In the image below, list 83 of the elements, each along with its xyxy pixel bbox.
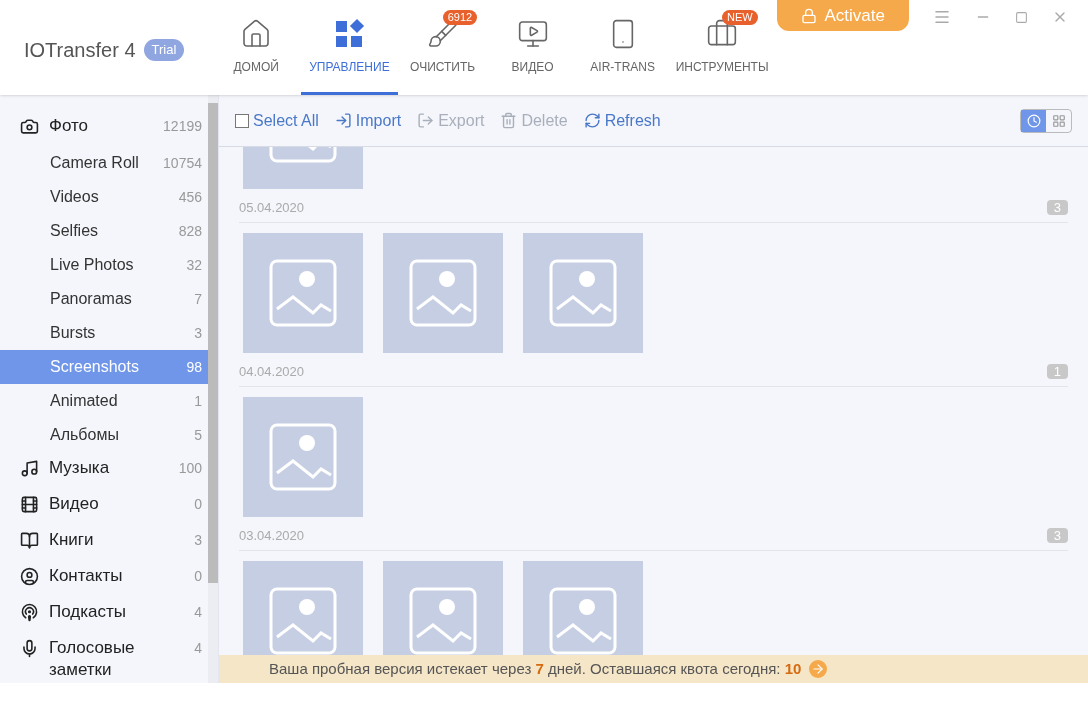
toolbar-button[interactable]: Import	[334, 108, 402, 133]
podcast-icon	[20, 603, 39, 622]
photo-thumbnail[interactable]	[523, 561, 643, 655]
toolbar-button[interactable]: Refresh	[583, 108, 661, 133]
item-count: 4	[194, 603, 202, 622]
photo-thumbnail[interactable]	[243, 147, 363, 189]
sidebar-subitem[interactable]: Animated 1	[0, 384, 208, 418]
image-placeholder-icon	[409, 259, 477, 327]
export-icon	[417, 112, 435, 129]
app-name: IOTransfer 4	[24, 38, 136, 63]
nav-tab[interactable]: 6912 ОЧИСТИТЬ	[397, 0, 488, 95]
image-placeholder-icon	[549, 587, 617, 655]
sidebar-item[interactable]: Музыка 100	[0, 452, 208, 488]
item-count: 12199	[163, 117, 202, 136]
nav-tab[interactable]: ДОМОЙ	[211, 0, 302, 95]
date-label: 03.04.2020	[239, 526, 305, 545]
nav-tab[interactable]: AIR-TRANS	[577, 0, 668, 95]
mic-icon	[20, 639, 39, 658]
import-icon	[334, 112, 352, 129]
count-badge: NEW	[722, 10, 758, 25]
sidebar-item[interactable]: Подкасты 4	[0, 596, 208, 632]
refresh-icon	[583, 112, 601, 129]
sidebar-item[interactable]: Книги 3	[0, 524, 208, 560]
item-count: 3	[194, 531, 202, 550]
item-count: 828	[178, 221, 202, 241]
delete-icon	[500, 112, 518, 129]
maximize-icon[interactable]	[1015, 10, 1028, 24]
item-count: 100	[178, 459, 202, 478]
book-icon	[20, 531, 39, 550]
image-placeholder-icon	[409, 587, 477, 655]
item-count: 7	[194, 289, 202, 309]
sidebar-subitem[interactable]: Panoramas 7	[0, 282, 208, 316]
sidebar-subitem[interactable]: Selfies 828	[0, 214, 208, 248]
photo-thumbnail[interactable]	[243, 561, 363, 655]
sidebar-subitem[interactable]: Videos 456	[0, 180, 208, 214]
nav-tab[interactable]: ВИДЕО	[487, 0, 578, 95]
date-label: 05.04.2020	[239, 198, 305, 217]
image-placeholder-icon	[549, 259, 617, 327]
view-toggle[interactable]	[1021, 109, 1046, 132]
sidebar-item[interactable]: Контакты 0	[0, 560, 208, 596]
item-count: 0	[194, 495, 202, 514]
music-icon	[20, 459, 39, 478]
grid-icon	[1051, 113, 1066, 128]
sidebar-subitem[interactable]: Live Photos 32	[0, 248, 208, 282]
monitor-play-icon	[516, 18, 549, 50]
image-placeholder-icon	[269, 423, 337, 491]
sidebar-scrollbar[interactable]	[208, 95, 218, 683]
menu-icon[interactable]	[933, 8, 951, 26]
checkbox	[235, 113, 249, 128]
item-count: 98	[186, 357, 202, 377]
item-count: 456	[178, 187, 202, 207]
photo-thumbnail[interactable]	[383, 233, 503, 353]
item-count: 0	[194, 567, 202, 586]
trial-badge: Trial	[143, 39, 185, 61]
sidebar-subitem[interactable]: Camera Roll 10754	[0, 146, 208, 180]
photo-thumbnail[interactable]	[523, 233, 643, 353]
count-badge: 6912	[442, 10, 478, 25]
sidebar-subitem[interactable]: Bursts 3	[0, 316, 208, 350]
date-label: 04.04.2020	[239, 362, 305, 381]
clock-icon	[1026, 113, 1041, 128]
item-count: 4	[194, 639, 202, 658]
image-placeholder-icon	[269, 587, 337, 655]
sidebar-item[interactable]: Голосовые заметки 4	[0, 632, 208, 683]
item-count: 32	[186, 255, 202, 275]
photo-thumbnail[interactable]	[243, 233, 363, 353]
contact-icon	[20, 567, 39, 586]
image-placeholder-icon	[269, 259, 337, 327]
sidebar-subitem[interactable]: Альбомы 5	[0, 418, 208, 452]
item-count: 5	[194, 425, 202, 445]
sidebar-item[interactable]: Видео 0	[0, 488, 208, 524]
film-icon	[20, 495, 39, 514]
camera-icon	[20, 117, 39, 136]
item-count: 10754	[163, 153, 202, 173]
squares-icon	[333, 18, 366, 50]
photo-thumbnail[interactable]	[243, 397, 363, 517]
toolbar-button[interactable]: Select All	[235, 108, 319, 133]
item-count: 1	[194, 391, 202, 411]
photo-thumbnail[interactable]	[383, 561, 503, 655]
nav-tab[interactable]: NEW ИНСТРУМЕНТЫ	[667, 0, 777, 95]
trial-message: Ваша пробная версия истекает через 7 дней. Оставшаяся квота сегодня: 10	[269, 658, 802, 679]
lock-icon	[800, 7, 817, 24]
item-count: 3	[194, 323, 202, 343]
sidebar-item[interactable]: Фото 12199	[0, 110, 208, 146]
